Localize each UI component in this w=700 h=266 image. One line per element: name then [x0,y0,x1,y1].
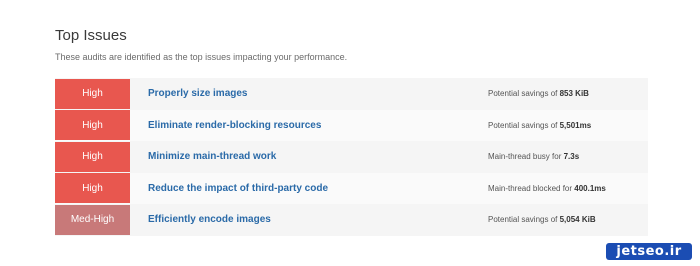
savings-value: 853 KiB [559,89,589,99]
issue-link[interactable]: Efficiently encode images [148,214,271,225]
severity-badge: High [55,173,130,204]
issue-row[interactable]: High Minimize main-thread work Main-thre… [55,141,648,173]
severity-badge: High [55,110,130,141]
savings-text: Main-thread busy for 7.3s [488,152,579,161]
watermark-logo: jetseo.ir [606,243,692,260]
savings-text: Potential savings of 5,054 KiB [488,215,596,224]
page-subtitle: These audits are identified as the top i… [55,52,348,62]
issues-list: High Properly size images Potential savi… [55,78,648,236]
savings-value: 5,054 KiB [559,215,596,225]
savings-prefix: Main-thread busy for [488,152,564,162]
savings-value: 5,501ms [559,120,592,130]
issue-link[interactable]: Eliminate render-blocking resources [148,120,321,131]
severity-badge: Med-High [55,204,130,235]
issue-link[interactable]: Minimize main-thread work [148,151,276,162]
savings-prefix: Potential savings of [488,89,560,99]
savings-prefix: Main-thread blocked for [488,183,575,193]
page-title: Top Issues [55,27,127,44]
savings-prefix: Potential savings of [488,215,560,225]
savings-text: Main-thread blocked for 400.1ms [488,184,606,193]
issue-link[interactable]: Properly size images [148,88,248,99]
issue-link[interactable]: Reduce the impact of third-party code [148,183,328,194]
issue-row[interactable]: High Eliminate render-blocking resources… [55,109,648,141]
top-issues-panel: Top Issues These audits are identified a… [0,0,700,266]
issue-row[interactable]: High Properly size images Potential savi… [55,78,648,110]
severity-badge: High [55,78,130,109]
savings-value: 400.1ms [574,183,606,193]
savings-text: Potential savings of 5,501ms [488,121,591,130]
issue-row[interactable]: Med-High Efficiently encode images Poten… [55,204,648,236]
savings-text: Potential savings of 853 KiB [488,89,589,98]
savings-value: 7.3s [563,152,580,162]
savings-prefix: Potential savings of [488,120,560,130]
issue-row[interactable]: High Reduce the impact of third-party co… [55,172,648,204]
severity-badge: High [55,141,130,172]
